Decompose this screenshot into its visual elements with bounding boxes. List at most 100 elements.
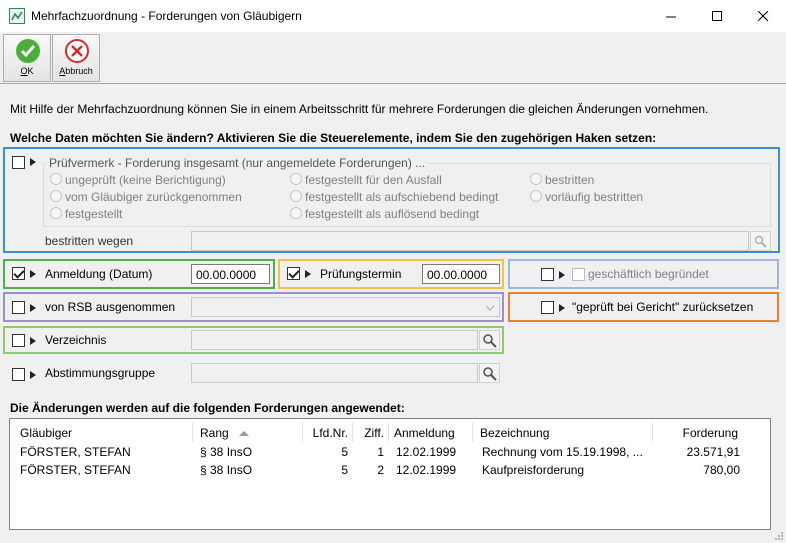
- cell-ziff: 2: [377, 463, 384, 477]
- bestritten-wegen-label: bestritten wegen: [45, 234, 134, 248]
- bestritten-wegen-field[interactable]: [191, 231, 749, 251]
- cell-anmeldung: 12.02.1999: [396, 445, 457, 459]
- expand-arrow-icon: [30, 270, 36, 278]
- col-header-ziff[interactable]: Ziff.: [353, 422, 384, 444]
- expand-arrow-icon: [30, 158, 36, 166]
- verzeichnis-field[interactable]: [191, 330, 478, 350]
- rsb-dropdown[interactable]: [191, 297, 500, 317]
- cell-forderung: 780,00: [703, 463, 740, 477]
- anmeldung-checkbox[interactable]: [12, 267, 25, 280]
- sort-ascending-icon: [239, 431, 250, 436]
- ok-button[interactable]: OK: [3, 34, 51, 82]
- col-header-anmeldung[interactable]: Anmeldung: [394, 422, 455, 444]
- radio-label: vorläufig bestritten: [545, 190, 644, 204]
- cell-rang: § 38 InsO: [200, 445, 253, 459]
- resize-grip-icon[interactable]: [774, 531, 784, 541]
- cancel-label: bbruch: [65, 66, 93, 76]
- abstimmung-field[interactable]: [191, 363, 478, 383]
- radio-label: festgestellt als auflösend bedingt: [305, 207, 480, 221]
- cancel-button[interactable]: Abbruch: [52, 34, 100, 82]
- radio-label: ungeprüft (keine Berichtigung): [65, 173, 226, 187]
- col-header-rang-label: Rang: [200, 426, 229, 440]
- ok-mnemonic: O: [20, 66, 28, 76]
- col-header-rang[interactable]: Rang: [200, 422, 250, 444]
- cell-glaeubiger: FÖRSTER, STEFAN: [20, 463, 131, 477]
- expand-arrow-icon: [30, 304, 36, 312]
- ok-label: K: [27, 66, 34, 76]
- minimize-button[interactable]: [648, 0, 694, 32]
- pruefvermerk-checkbox[interactable]: [12, 156, 25, 169]
- cell-anmeldung: 12.02.1999: [396, 463, 457, 477]
- col-header-forderung[interactable]: Forderung: [653, 422, 738, 444]
- pruefungstermin-label: Prüfungstermin: [320, 267, 402, 281]
- radio-aufloesend[interactable]: [290, 207, 302, 219]
- radio-zurueckgenommen[interactable]: [50, 190, 62, 202]
- verzeichnis-search-button[interactable]: [479, 330, 500, 350]
- maximize-button[interactable]: [694, 0, 740, 32]
- rsb-checkbox[interactable]: [12, 301, 25, 314]
- abstimmung-checkbox[interactable]: [12, 368, 25, 381]
- bestritten-wegen-lookup-button[interactable]: [750, 231, 771, 251]
- pruefungstermin-date-value: 00.00.0000: [427, 268, 488, 282]
- radio-label: bestritten: [545, 173, 595, 187]
- app-icon: [9, 8, 25, 24]
- rsb-label: von RSB ausgenommen: [45, 300, 176, 314]
- radio-vorlaeufig-bestritten[interactable]: [530, 190, 542, 202]
- gericht-label: "geprüft bei Gericht" zurücksetzen: [572, 300, 754, 314]
- col-header-bezeichnung[interactable]: Bezeichnung: [480, 422, 549, 444]
- intro-text: Mit Hilfe der Mehrfachzuordnung können S…: [10, 102, 709, 116]
- minimize-icon: [665, 16, 676, 17]
- radio-ungeprueft[interactable]: [50, 173, 62, 185]
- anmeldung-date-input[interactable]: 00.00.0000: [191, 264, 270, 284]
- radio-label: festgestellt: [65, 207, 123, 221]
- checkmark-icon: [16, 39, 40, 63]
- anmeldung-date-value: 00.00.0000: [196, 268, 257, 282]
- cell-bezeichnung: Kaufpreisforderung: [482, 463, 585, 477]
- search-icon: [754, 235, 767, 248]
- radio-label: vom Gläubiger zurückgenommen: [65, 190, 242, 204]
- cell-lfdnr: 5: [341, 463, 348, 477]
- col-header-glaeubiger[interactable]: Gläubiger: [20, 422, 72, 444]
- maximize-icon: [711, 10, 722, 21]
- radio-label: festgestellt für den Ausfall: [305, 173, 442, 187]
- radio-ausfall[interactable]: [290, 173, 302, 185]
- geschaeftlich-checkbox[interactable]: [541, 268, 554, 281]
- forderungen-table: Gläubiger Rang Lfd.Nr. Ziff. Anmeldung B…: [9, 418, 771, 530]
- close-icon: [757, 10, 768, 21]
- radio-festgestellt[interactable]: [50, 207, 62, 219]
- anmeldung-label: Anmeldung (Datum): [45, 267, 153, 281]
- search-icon: [483, 334, 497, 348]
- pruefvermerk-label: Prüfvermerk - Forderung insgesamt (nur a…: [47, 156, 428, 170]
- window-title: Mehrfachzuordnung - Forderungen von Gläu…: [31, 9, 302, 23]
- cell-bezeichnung: Rechnung vom 15.19.1998, ...: [482, 445, 643, 459]
- cell-forderung: 23.571,91: [686, 445, 740, 459]
- cancel-icon: [65, 39, 89, 63]
- pruefungstermin-date-input[interactable]: 00.00.0000: [422, 264, 500, 284]
- cell-lfdnr: 5: [341, 445, 348, 459]
- chevron-down-icon: [485, 305, 495, 311]
- gericht-checkbox[interactable]: [541, 301, 554, 314]
- col-header-lfdnr[interactable]: Lfd.Nr.: [303, 422, 348, 444]
- list-title: Die Änderungen werden auf die folgenden …: [10, 401, 405, 415]
- radio-bestritten[interactable]: [530, 173, 542, 185]
- geschaeftlich-value-checkbox[interactable]: [572, 268, 585, 281]
- cell-ziff: 1: [377, 445, 384, 459]
- verzeichnis-checkbox[interactable]: [12, 334, 25, 347]
- expand-arrow-icon: [30, 337, 36, 345]
- expand-arrow-icon: [559, 271, 565, 279]
- cell-rang: § 38 InsO: [200, 463, 253, 477]
- toolbar: OK Abbruch: [0, 32, 786, 84]
- expand-arrow-icon: [305, 270, 311, 278]
- verzeichnis-label: Verzeichnis: [45, 333, 107, 347]
- pruefungstermin-checkbox[interactable]: [287, 267, 300, 280]
- close-window-button[interactable]: [740, 0, 786, 32]
- geschaeftlich-label: geschäftlich begründet: [588, 267, 709, 281]
- title-bar: Mehrfachzuordnung - Forderungen von Gläu…: [0, 0, 786, 32]
- expand-arrow-icon: [30, 371, 36, 379]
- cell-glaeubiger: FÖRSTER, STEFAN: [20, 445, 131, 459]
- expand-arrow-icon: [559, 304, 565, 312]
- radio-label: festgestellt als aufschiebend bedingt: [305, 190, 499, 204]
- search-icon: [483, 367, 497, 381]
- abstimmung-search-button[interactable]: [479, 363, 500, 383]
- radio-aufschiebend[interactable]: [290, 190, 302, 202]
